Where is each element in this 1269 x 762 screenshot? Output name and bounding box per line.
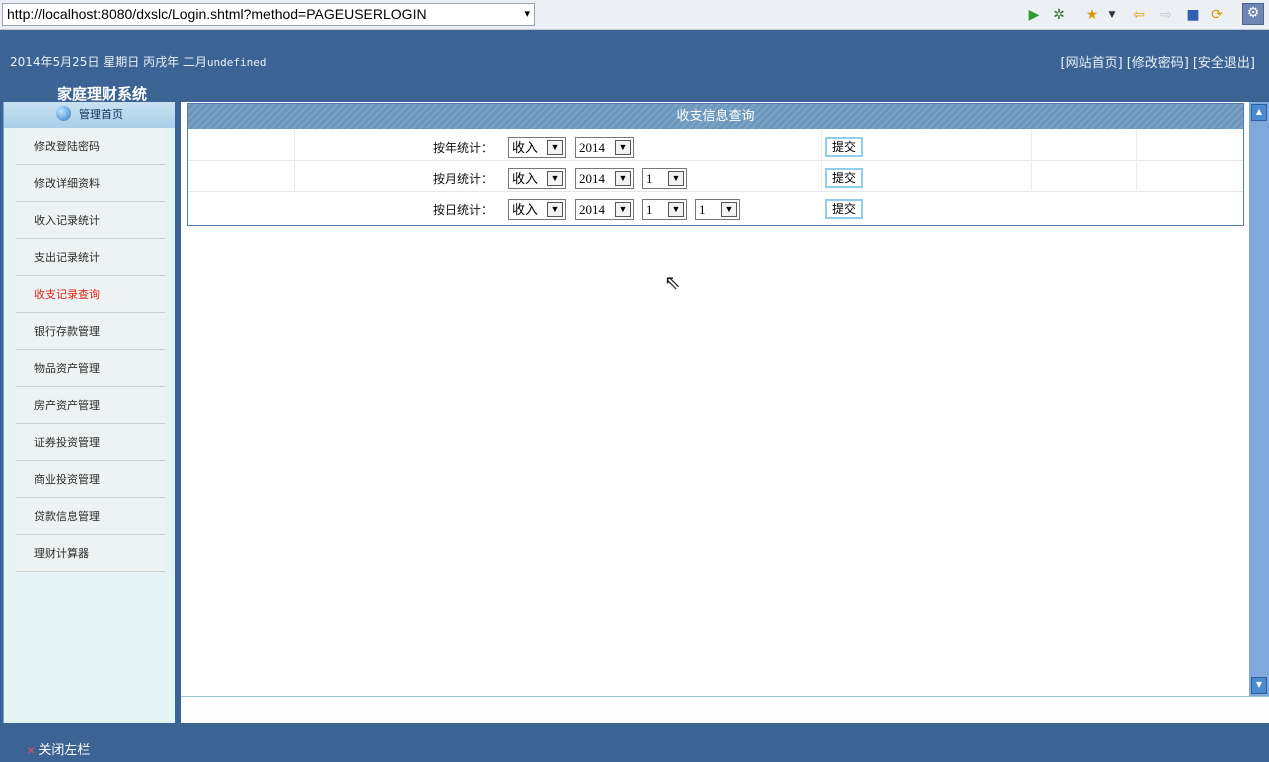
favorites-icon[interactable]: ★ <box>1083 6 1101 24</box>
sidebar-item-property-assets[interactable]: 房产资产管理 <box>16 387 165 424</box>
type-select-value: 收入 <box>512 140 539 155</box>
sidebar-home-link[interactable]: 管理首页 <box>4 102 175 128</box>
type-select[interactable]: 收入 ▼ <box>508 199 566 220</box>
query-row-day: 按日统计： 收入 ▼ 2014 ▼ 1 ▼ 1 ▼ 提交 <box>188 193 1243 224</box>
page-footer: ✕ 关闭左栏 <box>0 731 1269 762</box>
link-home[interactable]: [网站首页] <box>1061 56 1123 71</box>
site-header: 2014年5月25日 星期日 丙戌年 二月undefined [网站首页] [修改… <box>0 30 1269 103</box>
back-icon[interactable]: ⇦ <box>1130 6 1148 24</box>
forward-icon[interactable]: ⇨ <box>1157 6 1175 24</box>
link-change-password[interactable]: [修改密码] <box>1127 56 1189 71</box>
month-select[interactable]: 1 ▼ <box>642 199 687 220</box>
top-nav-links: [网站首页] [修改密码] [安全退出] <box>1057 52 1255 71</box>
query-panel: 收支信息查询 按年统计： 收入 ▼ 2014 ▼ 提交 按月统计： 收入 ▼ 2014… <box>187 103 1244 226</box>
sidebar-item-income-stats[interactable]: 收入记录统计 <box>16 202 165 239</box>
sidebar-item-change-login-password[interactable]: 修改登陆密码 <box>16 128 165 165</box>
settings-icon[interactable]: ⚙ <box>1242 3 1264 25</box>
chevron-down-icon: ▼ <box>547 171 563 186</box>
scroll-down-icon[interactable]: ▼ <box>1251 677 1267 694</box>
left-sidebar: 管理首页 修改登陆密码 修改详细资料 收入记录统计 支出记录统计 收支记录查询 … <box>3 102 175 723</box>
app-title: 家庭理财系统 <box>57 85 148 103</box>
type-select-value: 收入 <box>512 202 539 217</box>
chevron-down-icon: ▼ <box>615 202 631 217</box>
date-display: 2014年5月25日 星期日 丙戌年 二月undefined <box>10 53 267 70</box>
mouse-cursor-icon: ⇖ <box>664 270 681 294</box>
type-select[interactable]: 收入 ▼ <box>508 137 566 158</box>
sidebar-item-edit-profile[interactable]: 修改详细资料 <box>16 165 165 202</box>
address-url: http://localhost:8080/dxslc/Login.shtml?… <box>7 6 427 22</box>
row-label: 按月统计： <box>433 172 494 186</box>
query-row-month: 按月统计： 收入 ▼ 2014 ▼ 1 ▼ 提交 <box>188 162 1243 193</box>
day-select-value: 1 <box>699 202 706 217</box>
main-content: 收支信息查询 按年统计： 收入 ▼ 2014 ▼ 提交 按月统计： 收入 ▼ 2014… <box>181 102 1249 696</box>
query-row-year: 按年统计： 收入 ▼ 2014 ▼ 提交 <box>188 131 1243 162</box>
globe-icon <box>56 106 71 121</box>
month-select-value: 1 <box>646 171 653 186</box>
link-logout[interactable]: [安全退出] <box>1193 56 1255 71</box>
year-select[interactable]: 2014 ▼ <box>575 168 634 189</box>
year-select-value: 2014 <box>579 202 605 217</box>
chevron-down-icon: ▼ <box>547 202 563 217</box>
date-text: 2014年5月25日 星期日 丙戌年 二月 <box>10 55 207 69</box>
close-sidebar-button[interactable]: ✕ 关闭左栏 <box>27 739 90 758</box>
month-select[interactable]: 1 ▼ <box>642 168 687 189</box>
vertical-scrollbar[interactable]: ▲ ▼ <box>1249 102 1269 696</box>
year-select[interactable]: 2014 ▼ <box>575 137 634 158</box>
favorites-dropdown-icon[interactable]: ▼ <box>1103 6 1121 24</box>
scroll-up-icon[interactable]: ▲ <box>1251 104 1267 121</box>
type-select-value: 收入 <box>512 171 539 186</box>
chevron-down-icon: ▼ <box>547 140 563 155</box>
submit-button[interactable]: 提交 <box>825 168 863 188</box>
chevron-down-icon: ▼ <box>668 202 684 217</box>
row-label: 按年统计： <box>433 141 494 155</box>
chevron-down-icon: ▼ <box>615 171 631 186</box>
panel-title: 收支信息查询 <box>188 104 1243 129</box>
debug-icon[interactable]: ✲ <box>1050 6 1068 24</box>
address-bar[interactable]: http://localhost:8080/dxslc/Login.shtml?… <box>2 3 535 26</box>
year-select[interactable]: 2014 ▼ <box>575 199 634 220</box>
date-suffix: undefined <box>206 56 267 69</box>
chevron-down-icon: ▼ <box>615 140 631 155</box>
sidebar-item-bank-deposits[interactable]: 银行存款管理 <box>16 313 165 350</box>
sidebar-home-label: 管理首页 <box>79 108 123 121</box>
stop-icon[interactable]: ■ <box>1184 6 1202 24</box>
close-sidebar-label: 关闭左栏 <box>38 743 91 758</box>
sidebar-item-loans[interactable]: 贷款信息管理 <box>16 498 165 535</box>
year-select-value: 2014 <box>579 140 605 155</box>
submit-button[interactable]: 提交 <box>825 137 863 157</box>
submit-button[interactable]: 提交 <box>825 199 863 219</box>
sidebar-item-expense-stats[interactable]: 支出记录统计 <box>16 239 165 276</box>
day-select[interactable]: 1 ▼ <box>695 199 740 220</box>
refresh-icon[interactable]: ⟳ <box>1208 6 1226 24</box>
run-icon[interactable]: ▶ <box>1025 6 1043 24</box>
content-bottom-strip <box>181 696 1269 723</box>
month-select-value: 1 <box>646 202 653 217</box>
close-icon: ✕ <box>27 746 36 757</box>
address-dropdown-icon[interactable]: ▾ <box>524 4 530 25</box>
sidebar-item-business-investment[interactable]: 商业投资管理 <box>16 461 165 498</box>
chevron-down-icon: ▼ <box>721 202 737 217</box>
browser-toolbar: http://localhost:8080/dxslc/Login.shtml?… <box>0 0 1269 30</box>
row-label: 按日统计： <box>433 203 494 217</box>
sidebar-item-securities[interactable]: 证券投资管理 <box>16 424 165 461</box>
type-select[interactable]: 收入 ▼ <box>508 168 566 189</box>
chevron-down-icon: ▼ <box>668 171 684 186</box>
year-select-value: 2014 <box>579 171 605 186</box>
sidebar-item-calculator[interactable]: 理财计算器 <box>16 535 165 572</box>
sidebar-item-goods-assets[interactable]: 物品资产管理 <box>16 350 165 387</box>
sidebar-item-income-expense-query[interactable]: 收支记录查询 <box>16 276 165 313</box>
